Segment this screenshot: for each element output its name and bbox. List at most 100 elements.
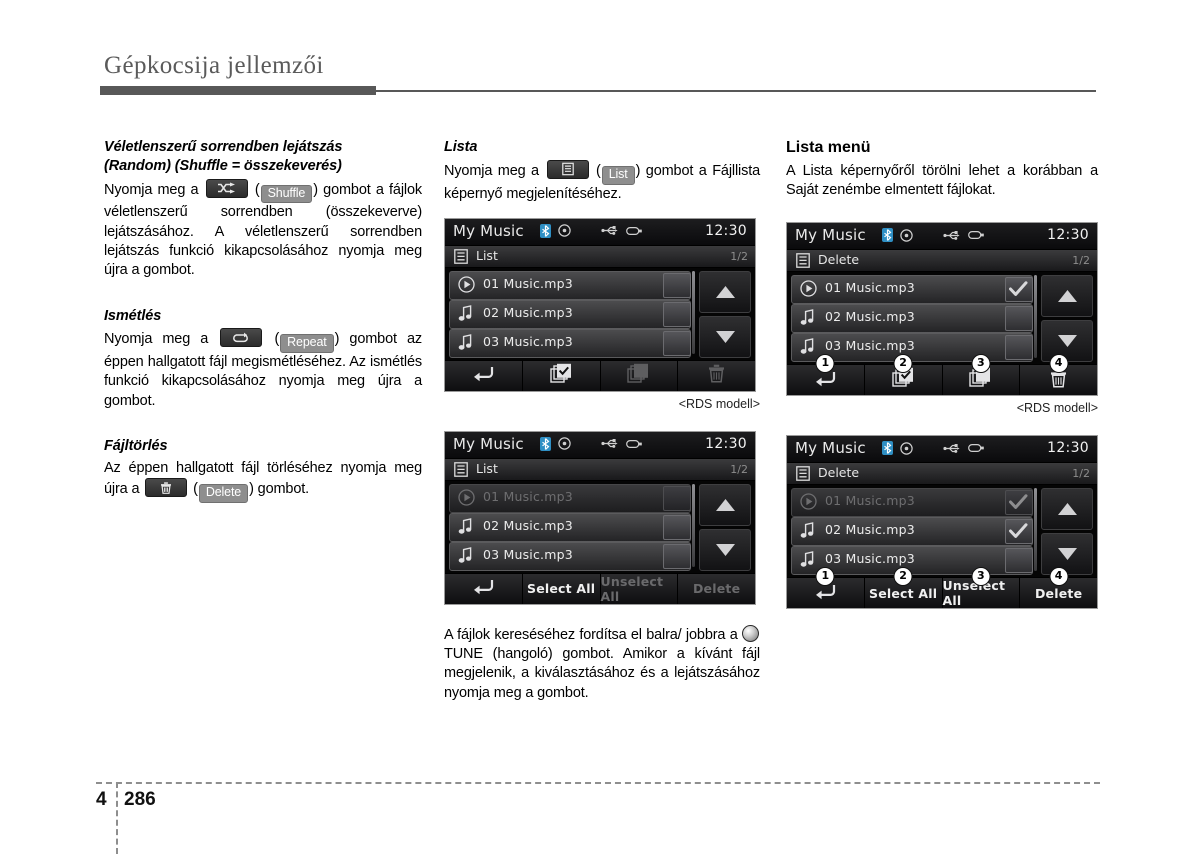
- file-row-checkbox[interactable]: [663, 301, 691, 327]
- scrollbar-track[interactable]: [1034, 275, 1037, 359]
- note-icon: [458, 304, 473, 326]
- device-screen-header: List 1/2: [445, 245, 755, 268]
- file-row-checkbox[interactable]: [663, 330, 691, 356]
- device-status-icons: [540, 223, 643, 238]
- device-screen-label: List: [476, 247, 498, 263]
- footer-button-unselect-all-layers[interactable]: [600, 360, 679, 391]
- trash-icon: [145, 478, 188, 498]
- device-title: My Music: [795, 226, 866, 245]
- note-icon: [800, 338, 815, 359]
- device-screenshot-delete-text: My Music 12:30 Delete 1/2 01 Music.mp3 02 Mus…: [786, 435, 1098, 610]
- scroll-down-button[interactable]: [699, 315, 751, 358]
- footer-button-delete[interactable]: 4 Delete: [1020, 567, 1097, 609]
- file-row-checkbox[interactable]: [663, 272, 691, 298]
- footer-button-trash[interactable]: 4: [1020, 354, 1097, 396]
- footer-button-trash[interactable]: [678, 360, 755, 391]
- footer-button-select-all-checkbox[interactable]: 2: [864, 354, 943, 396]
- footer-button-label: Delete: [1034, 585, 1083, 601]
- device-title: My Music: [453, 434, 524, 453]
- device-status-bar: My Music 12:30: [787, 223, 1097, 251]
- scroll-up-button[interactable]: [699, 270, 751, 313]
- repeat-icon: [220, 328, 263, 348]
- scroll-up-button[interactable]: [1041, 275, 1093, 318]
- scrollbar-track[interactable]: [692, 483, 695, 567]
- scroll-up-button[interactable]: [699, 483, 751, 526]
- note-icon: [458, 304, 472, 321]
- device-file-list: 01 Music.mp3 02 Music.mp3 03 Music.mp3: [445, 267, 755, 361]
- trash-icon: [708, 364, 725, 387]
- file-row-checkbox[interactable]: [1005, 548, 1033, 574]
- usb-icon: [601, 439, 618, 449]
- scroll-buttons: [699, 270, 751, 361]
- back-arrow-icon: [474, 367, 494, 382]
- callout-badge: 2: [893, 567, 913, 587]
- page-header: Gépkocsija jellemzői: [100, 52, 1100, 95]
- header-rule-thick: [100, 86, 376, 95]
- file-row-label: 01 Music.mp3: [825, 280, 915, 296]
- select-all-checkbox-icon: [549, 363, 571, 383]
- footer-button-select-all[interactable]: 2 Select All: [864, 567, 943, 609]
- file-row-label: 03 Music.mp3: [825, 338, 915, 354]
- footer-divider-horizontal: [96, 782, 1100, 784]
- check-icon: [1009, 281, 1028, 301]
- footer-button-back-arrow[interactable]: 1: [787, 354, 865, 396]
- device-footer-toolbar: 1 2 3 4: [787, 354, 1097, 396]
- footer-button-unselect-all[interactable]: 3 Unselect All: [942, 567, 1021, 609]
- scroll-buttons: [1041, 488, 1093, 578]
- file-row-checkbox[interactable]: [663, 543, 691, 569]
- footer-button-back-arrow[interactable]: 1: [787, 567, 865, 609]
- file-delete-paragraph: Az éppen hallgatott fájl törléséhez nyom…: [104, 459, 422, 503]
- footer-divider-vertical: [116, 782, 118, 854]
- file-row-checkbox[interactable]: [1005, 519, 1033, 545]
- device-status-bar: My Music 12:30: [445, 431, 755, 459]
- footer-button-back-arrow[interactable]: [445, 360, 523, 391]
- device-clock: 12:30: [1047, 440, 1089, 457]
- footer-button-back-arrow[interactable]: [445, 573, 523, 604]
- file-row-label: 03 Music.mp3: [483, 333, 573, 349]
- note-icon: [458, 546, 473, 568]
- footer-button-unselect-all-layers[interactable]: 3: [942, 354, 1021, 396]
- select-all-checkbox-icon: [549, 363, 573, 389]
- tune-text-before: A fájlok kereséséhez fordítsa el balra/ …: [444, 626, 738, 643]
- shuffle-paragraph: Nyomja meg a (Shuffle) gombot a fájlok v…: [104, 178, 422, 281]
- scroll-down-button[interactable]: [1041, 533, 1093, 576]
- file-row-label: 02 Music.mp3: [483, 304, 573, 320]
- footer-button-select-all[interactable]: Select All: [522, 573, 601, 604]
- back-arrow-icon: [474, 580, 494, 595]
- play-icon: [800, 493, 817, 511]
- footer-button-delete[interactable]: Delete: [678, 573, 755, 604]
- file-row-checkbox[interactable]: [1005, 335, 1033, 361]
- note-icon: [458, 517, 472, 534]
- footer-button-select-all-checkbox[interactable]: [522, 360, 601, 391]
- callout-badge: 2: [893, 354, 913, 374]
- file-row-checkbox[interactable]: [663, 514, 691, 540]
- scroll-down-button[interactable]: [1041, 320, 1093, 363]
- shuffle-icon: [205, 178, 248, 198]
- connector-icon: [968, 231, 984, 240]
- left-column: Véletlenszerű sorrendben lejátszás (Rand…: [104, 138, 422, 503]
- file-row-checkbox[interactable]: [1005, 277, 1033, 303]
- check-icon: [1009, 494, 1028, 510]
- bluetooth-icon: [540, 436, 551, 451]
- scrollbar-track[interactable]: [1034, 488, 1037, 572]
- connector-icon: [968, 444, 984, 453]
- callout-badge: 4: [1049, 354, 1069, 374]
- list-paragraph: Nyomja meg a (List) gombot a Fájllista k…: [444, 159, 760, 204]
- arrow-down-icon: [715, 543, 735, 556]
- arrow-down-icon: [1057, 335, 1077, 348]
- file-row-checkbox[interactable]: [1005, 490, 1033, 516]
- scrollbar-track[interactable]: [692, 270, 695, 354]
- device-screen-label: List: [476, 460, 498, 476]
- bluetooth-icon: [882, 441, 893, 456]
- note-icon: [800, 309, 814, 326]
- scroll-up-button[interactable]: [1041, 488, 1093, 531]
- footer-button-unselect-all[interactable]: Unselect All: [600, 573, 679, 604]
- scroll-down-button[interactable]: [699, 528, 751, 571]
- screen-list-icon: [454, 249, 468, 264]
- check-icon: [1009, 523, 1028, 543]
- file-row-checkbox[interactable]: [663, 485, 691, 511]
- file-delete-paren-open: (: [193, 481, 198, 498]
- tune-knob-icon: [742, 624, 759, 642]
- repeat-heading: Ismétlés: [104, 307, 162, 324]
- file-row-checkbox[interactable]: [1005, 306, 1033, 332]
